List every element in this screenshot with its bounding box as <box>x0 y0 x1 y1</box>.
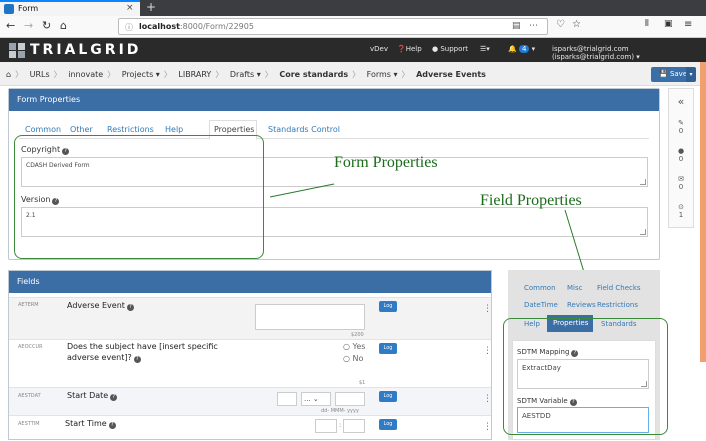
month-select[interactable]: ... ⌄ <box>301 392 331 406</box>
field-properties-highlight <box>503 318 668 435</box>
adverse-event-input[interactable] <box>255 304 365 330</box>
log-button[interactable]: Log <box>379 391 397 402</box>
chevron-down-icon: ⌄ <box>312 395 319 403</box>
side-tab-restrictions[interactable]: Restrictions <box>597 301 638 309</box>
side-tab-common[interactable]: Common <box>524 284 556 292</box>
rail-item-tags[interactable]: ✎ 0 <box>669 119 693 135</box>
table-row[interactable]: AESTDAT Start Date? ... ⌄ dd- MMM- yyyy … <box>9 387 492 415</box>
date-format-hint: dd- MMM- yyyy <box>321 408 359 414</box>
table-row[interactable]: AEOCCUR Does the subject have [insert sp… <box>9 339 492 387</box>
minute-input[interactable] <box>343 419 365 433</box>
side-tab-reviews[interactable]: Reviews <box>567 301 596 309</box>
tag-icon: ✎ <box>678 119 684 127</box>
right-rail: « ✎ 0 ● 0 ✉ 0 ⊙ 1 <box>668 88 694 228</box>
year-input[interactable] <box>335 392 365 406</box>
rail-count: 1 <box>678 211 684 219</box>
table-row[interactable]: AESTTIM Start Time? : Log ⋮ <box>9 415 492 441</box>
row-menu-icon[interactable]: ⋮ <box>483 422 492 432</box>
time-separator: : <box>339 421 342 429</box>
row-menu-icon[interactable]: ⋮ <box>483 304 492 314</box>
fields-panel: Fields AETERM Adverse Event? $200 Log ⋮ … <box>8 270 492 440</box>
help-icon[interactable]: ? <box>133 356 141 363</box>
field-label: Adverse Event? <box>67 301 134 311</box>
rail-count: 0 <box>678 183 684 191</box>
field-code: AESTTIM <box>18 421 40 427</box>
label-icon: ● <box>677 147 685 155</box>
field-properties-annotation: Field Properties <box>480 192 582 209</box>
log-button[interactable]: Log <box>379 301 397 312</box>
field-label-line1: Does the subject have [insert specific <box>67 342 218 351</box>
log-button[interactable]: Log <box>379 419 397 430</box>
rail-item-comments[interactable]: ✉ 0 <box>669 175 693 191</box>
clock-icon: ⊙ <box>678 203 684 211</box>
log-button[interactable]: Log <box>379 343 397 354</box>
row-menu-icon[interactable]: ⋮ <box>483 394 492 404</box>
rail-count: 0 <box>678 155 684 163</box>
field-code: AETERM <box>18 302 39 308</box>
side-tab-datetime[interactable]: DateTime <box>524 301 558 309</box>
length-counter: $200 <box>351 332 364 338</box>
help-icon[interactable]: ? <box>110 394 118 401</box>
field-code: AEOCCUR <box>18 344 43 350</box>
side-tab-misc[interactable]: Misc <box>567 284 582 292</box>
field-label: Start Time? <box>65 419 116 429</box>
field-label: Start Date? <box>67 391 118 401</box>
collapse-icon[interactable]: « <box>669 95 693 108</box>
day-input[interactable] <box>277 392 297 406</box>
comments-icon: ✉ <box>678 175 684 183</box>
hour-input[interactable] <box>315 419 337 433</box>
no-radio[interactable]: ○ No <box>343 354 363 363</box>
help-icon[interactable]: ? <box>126 304 134 311</box>
side-tab-field-checks[interactable]: Field Checks <box>597 284 641 292</box>
page-scrollbar[interactable] <box>700 62 706 362</box>
length-counter: $1 <box>359 380 366 386</box>
help-icon[interactable]: ? <box>108 422 116 429</box>
yes-radio[interactable]: ○ Yes <box>343 342 365 351</box>
rail-item-labels[interactable]: ● 0 <box>669 147 693 163</box>
fields-title: Fields <box>9 271 491 293</box>
table-row[interactable]: AETERM Adverse Event? $200 Log ⋮ <box>9 297 492 339</box>
rail-item-history[interactable]: ⊙ 1 <box>669 203 693 219</box>
rail-count: 0 <box>678 127 684 135</box>
field-label-line2: adverse event]?? <box>67 353 141 363</box>
row-menu-icon[interactable]: ⋮ <box>483 346 492 356</box>
field-code: AESTDAT <box>18 393 41 399</box>
